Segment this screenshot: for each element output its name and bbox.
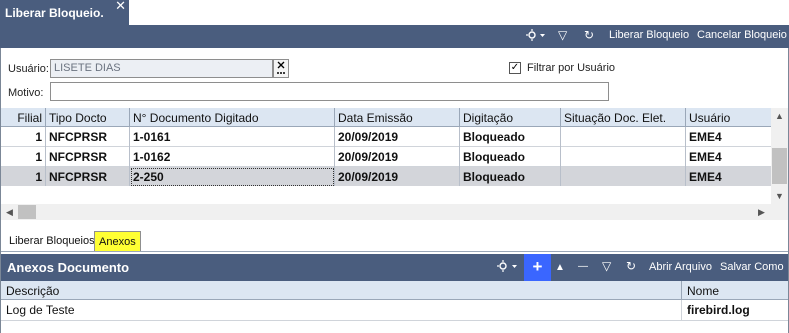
- cell-numero-focused[interactable]: 2-250: [130, 167, 335, 186]
- col-usuario[interactable]: Usuário: [686, 108, 771, 127]
- usuario-field[interactable]: LISETE DIAS: [50, 59, 273, 78]
- tab-anexos[interactable]: Anexos: [94, 231, 141, 251]
- options-menu-icon[interactable]: [497, 259, 519, 276]
- grid-vertical-scrollbar[interactable]: ▲ ▼: [771, 108, 788, 205]
- usuario-lookup-button[interactable]: [273, 59, 289, 78]
- cell-situacao: [561, 167, 686, 186]
- window-tabstrip: Liberar Bloqueio. ✕: [0, 0, 789, 25]
- main-toolbar: ▽ ↻ Liberar Bloqueio Cancelar Bloqueio: [0, 25, 789, 48]
- cell-usuario: EME4: [689, 150, 722, 164]
- cell-nome: firebird.log: [687, 303, 750, 317]
- scroll-up-icon[interactable]: ▲: [771, 108, 788, 125]
- cell-tipo: NFCPRSR: [46, 147, 130, 167]
- col-filial[interactable]: Filial: [1, 108, 46, 127]
- cell-data: 20/09/2019: [335, 167, 460, 186]
- cell-descricao: Log de Teste: [1, 300, 682, 320]
- add-anexo-button[interactable]: +: [524, 254, 551, 281]
- clear-lookup-icon: [277, 61, 285, 74]
- col-nome[interactable]: Nome: [682, 281, 788, 299]
- cell-tipo: NFCPRSR: [46, 127, 130, 147]
- filtrar-label: Filtrar por Usuário: [527, 62, 616, 74]
- cancelar-bloqueio-button[interactable]: Cancelar Bloqueio: [697, 29, 787, 41]
- scroll-right-icon[interactable]: ▶: [753, 204, 770, 220]
- tab-liberar-bloqueios[interactable]: Liberar Bloqueios: [5, 231, 99, 251]
- filter-icon[interactable]: ▽: [558, 28, 567, 42]
- move-up-icon[interactable]: ▲: [555, 261, 565, 275]
- refresh-icon[interactable]: ↻: [626, 259, 636, 273]
- cell-digitacao: Bloqueado: [460, 147, 561, 167]
- cell-filial: 1: [1, 167, 46, 186]
- scroll-thumb[interactable]: [18, 205, 36, 219]
- motivo-field[interactable]: [50, 82, 609, 101]
- table-row[interactable]: 1 NFCPRSR 1-0161 20/09/2019 Bloqueado EM…: [1, 127, 771, 147]
- abrir-arquivo-button[interactable]: Abrir Arquivo: [649, 261, 712, 273]
- options-menu-icon[interactable]: [526, 28, 546, 45]
- col-situacao-doc[interactable]: Situação Doc. Elet.: [561, 108, 686, 127]
- tab-liberar-bloqueio[interactable]: Liberar Bloqueio. ✕: [0, 0, 129, 25]
- anexos-panel-header: Anexos Documento + ▲ — ▽ ↻ Abrir Arquivo…: [1, 254, 788, 281]
- col-tipo-docto[interactable]: Tipo Docto: [46, 108, 130, 127]
- salvar-como-button[interactable]: Salvar Como: [720, 261, 784, 273]
- col-digitacao[interactable]: Digitação: [460, 108, 561, 127]
- cell-numero: 1-0161: [130, 127, 335, 147]
- cell-data: 20/09/2019: [335, 147, 460, 167]
- remove-icon[interactable]: —: [578, 260, 588, 274]
- filtrar-checkbox[interactable]: ✓: [509, 62, 521, 74]
- cell-tipo: NFCPRSR: [46, 167, 130, 186]
- anexos-grid-header: Descrição Nome: [1, 281, 788, 300]
- table-row[interactable]: 1 NFCPRSR 1-0162 20/09/2019 Bloqueado EM…: [1, 147, 771, 167]
- cell-situacao: [561, 127, 686, 147]
- refresh-icon[interactable]: ↻: [584, 28, 594, 42]
- col-numero-documento[interactable]: N° Documento Digitado: [130, 108, 335, 127]
- scroll-left-icon[interactable]: ◀: [1, 204, 18, 220]
- usuario-label: Usuário:: [8, 63, 49, 75]
- cell-numero: 1-0162: [130, 147, 335, 167]
- filter-icon[interactable]: ▽: [602, 259, 611, 273]
- cell-filial: 1: [1, 127, 46, 147]
- sun-gear-icon: [526, 29, 545, 41]
- panel-title: Anexos Documento: [7, 260, 130, 275]
- scroll-down-icon[interactable]: ▼: [771, 188, 788, 205]
- motivo-label: Motivo:: [8, 87, 44, 99]
- liberar-bloqueio-button[interactable]: Liberar Bloqueio: [609, 29, 689, 41]
- cell-situacao: [561, 147, 686, 167]
- cell-usuario: EME4: [689, 130, 722, 144]
- sun-gear-icon: [497, 260, 517, 272]
- grid-header: Filial Tipo Docto N° Documento Digitado …: [1, 108, 771, 127]
- bloqueios-grid: Filial Tipo Docto N° Documento Digitado …: [1, 108, 771, 186]
- col-descricao[interactable]: Descrição: [1, 281, 682, 299]
- col-data-emissao[interactable]: Data Emissão: [335, 108, 460, 127]
- cell-digitacao: Bloqueado: [460, 167, 561, 186]
- scroll-thumb[interactable]: [772, 148, 787, 184]
- cell-digitacao: Bloqueado: [460, 127, 561, 147]
- sub-tab-bar: Liberar Bloqueios Anexos: [1, 229, 788, 252]
- cell-usuario: EME4: [689, 170, 722, 184]
- cell-filial: 1: [1, 147, 46, 167]
- cell-data: 20/09/2019: [335, 127, 460, 147]
- tab-title: Liberar Bloqueio.: [5, 6, 104, 20]
- close-icon[interactable]: ✕: [115, 0, 126, 12]
- table-row[interactable]: Log de Teste firebird.log: [1, 300, 788, 321]
- table-row-selected[interactable]: 1 NFCPRSR 2-250 20/09/2019 Bloqueado EME…: [1, 167, 771, 186]
- grid-horizontal-scrollbar[interactable]: ◀ ▶: [1, 204, 788, 220]
